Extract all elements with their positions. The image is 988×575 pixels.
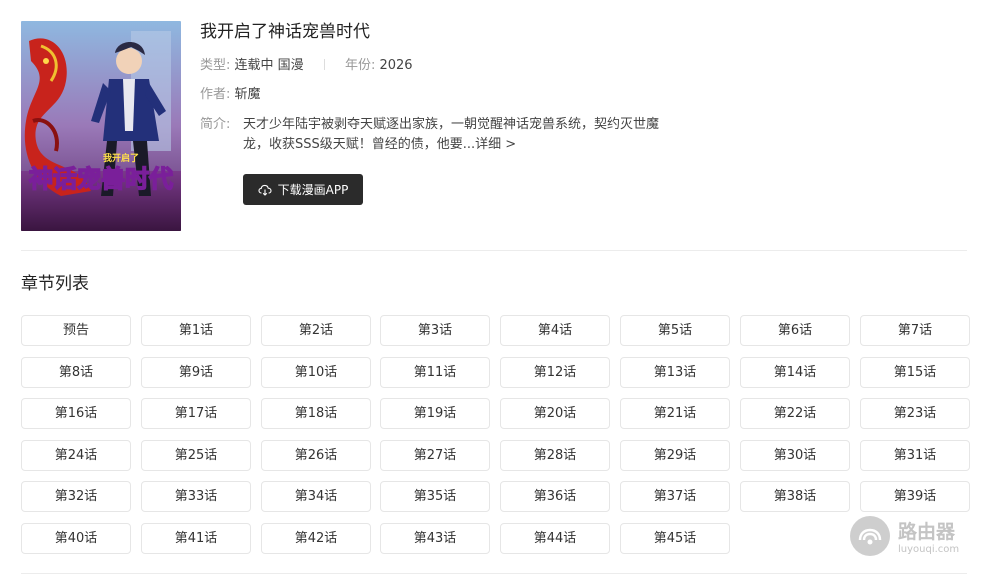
chapter-link[interactable]: 第8话 — [21, 357, 131, 388]
chapter-link[interactable]: 第42话 — [261, 523, 371, 554]
chapter-link[interactable]: 第35话 — [380, 481, 490, 512]
chapter-link[interactable]: 第5话 — [620, 315, 730, 346]
type-value[interactable]: 连载中 国漫 — [235, 58, 304, 73]
chapter-link[interactable]: 第29话 — [620, 440, 730, 471]
chapter-link[interactable]: 第28话 — [500, 440, 610, 471]
type-label: 类型: — [200, 58, 231, 73]
chapter-link[interactable]: 第23话 — [860, 398, 970, 429]
chapter-link[interactable]: 第10话 — [261, 357, 371, 388]
meta-divider — [323, 59, 325, 70]
section-divider — [21, 250, 967, 251]
chapter-link[interactable]: 第33话 — [141, 481, 251, 512]
chapter-link[interactable]: 第17话 — [141, 398, 251, 429]
chapter-link[interactable]: 第26话 — [261, 440, 371, 471]
chapter-link[interactable]: 第6话 — [740, 315, 850, 346]
chapter-link[interactable]: 第12话 — [500, 357, 610, 388]
cover-logo-text: 神话宠兽时代 — [29, 165, 173, 193]
cloud-download-icon — [258, 184, 272, 196]
chapter-link[interactable]: 第34话 — [261, 481, 371, 512]
chapter-link[interactable]: 第2话 — [261, 315, 371, 346]
chapter-link[interactable]: 第14话 — [740, 357, 850, 388]
chapter-link[interactable]: 第11话 — [380, 357, 490, 388]
chapter-link[interactable]: 第31话 — [860, 440, 970, 471]
description-text: 天才少年陆宇被剥夺天赋逐出家族，一朝觉醒神话宠兽系统，契约灭世魔龙，收获SSS级… — [243, 115, 683, 155]
chapter-link[interactable]: 第39话 — [860, 481, 970, 512]
chapter-link[interactable]: 第20话 — [500, 398, 610, 429]
chapter-link[interactable]: 第21话 — [620, 398, 730, 429]
watermark: 路由器 luyouqi.com — [848, 512, 973, 562]
bottom-divider — [21, 573, 967, 574]
chapter-link[interactable]: 第15话 — [860, 357, 970, 388]
chapter-link[interactable]: 第30话 — [740, 440, 850, 471]
download-app-label: 下载漫画APP — [277, 183, 349, 197]
chapter-link[interactable]: 第13话 — [620, 357, 730, 388]
comic-cover[interactable]: 神话宠兽时代 我开启了 — [21, 21, 181, 231]
comic-info: 我开启了神话宠兽时代 类型: 连载中 国漫 年份: 2026 作者: 斩魔 简介… — [200, 20, 700, 205]
chapter-link[interactable]: 第38话 — [740, 481, 850, 512]
chapter-link[interactable]: 第41话 — [141, 523, 251, 554]
chapter-link[interactable]: 第18话 — [261, 398, 371, 429]
year-value: 2026 — [379, 58, 413, 73]
meta-row: 类型: 连载中 国漫 年份: 2026 — [200, 56, 413, 76]
watermark-logo: 路由器 luyouqi.com — [850, 516, 959, 556]
chapter-link[interactable]: 第37话 — [620, 481, 730, 512]
chapter-link[interactable]: 第36话 — [500, 481, 610, 512]
chapter-link[interactable]: 第45话 — [620, 523, 730, 554]
year-label: 年份: — [344, 58, 376, 73]
chapter-link[interactable]: 第7话 — [860, 315, 970, 346]
description-row: 简介: 天才少年陆宇被剥夺天赋逐出家族，一朝觉醒神话宠兽系统，契约灭世魔龙，收获… — [200, 115, 690, 155]
cover-small-text: 我开启了 — [103, 152, 139, 164]
chapter-link[interactable]: 第1话 — [141, 315, 251, 346]
chapter-link[interactable]: 第24话 — [21, 440, 131, 471]
watermark-name: 路由器 — [898, 520, 956, 543]
chapter-link[interactable]: 第43话 — [380, 523, 490, 554]
chapter-link[interactable]: 第40话 — [21, 523, 131, 554]
cover-art: 神话宠兽时代 我开启了 — [21, 21, 181, 231]
comic-title: 我开启了神话宠兽时代 — [200, 22, 370, 42]
description-body: 天才少年陆宇被剥夺天赋逐出家族，一朝觉醒神话宠兽系统，契约灭世魔龙，收获SSS级… — [243, 117, 660, 152]
chapter-list-heading: 章节列表 — [21, 274, 89, 294]
chapter-link[interactable]: 第19话 — [380, 398, 490, 429]
author-label: 作者: — [200, 87, 231, 102]
chapter-link[interactable]: 第27话 — [380, 440, 490, 471]
author-row: 作者: 斩魔 — [200, 85, 261, 105]
author-value[interactable]: 斩魔 — [235, 87, 261, 102]
chapter-link[interactable]: 第3话 — [380, 315, 490, 346]
chapter-link[interactable]: 第22话 — [740, 398, 850, 429]
chapter-link[interactable]: 第25话 — [141, 440, 251, 471]
download-app-button[interactable]: 下载漫画APP — [243, 174, 363, 205]
chapter-link-preview[interactable]: 预告 — [21, 315, 131, 346]
chapter-link[interactable]: 第44话 — [500, 523, 610, 554]
description-label: 简介: — [200, 117, 231, 132]
description-more-link[interactable]: 详细 > — [475, 137, 516, 152]
chapter-link[interactable]: 第16话 — [21, 398, 131, 429]
chapter-link[interactable]: 第32话 — [21, 481, 131, 512]
watermark-url: luyouqi.com — [898, 544, 959, 555]
chapter-link[interactable]: 第4话 — [500, 315, 610, 346]
chapter-link[interactable]: 第9话 — [141, 357, 251, 388]
